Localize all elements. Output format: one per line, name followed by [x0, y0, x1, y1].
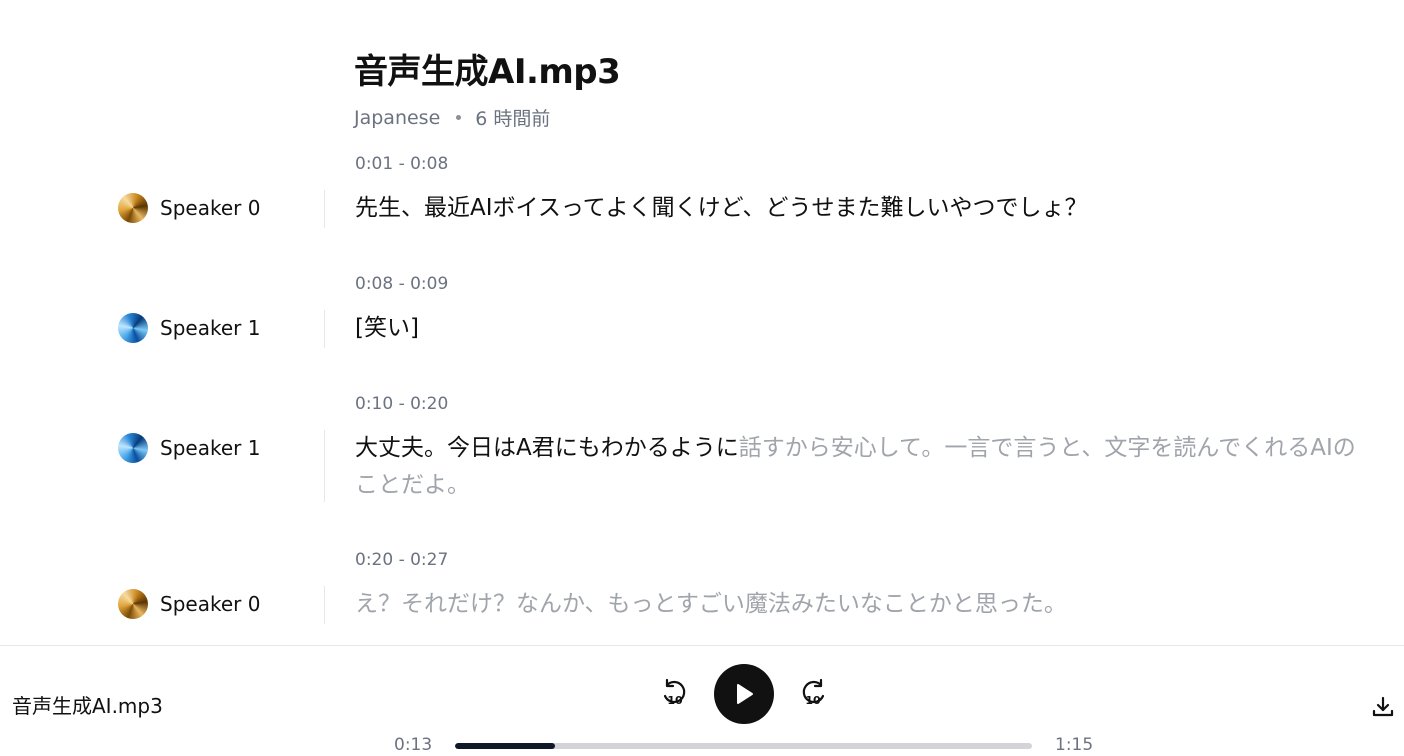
speaker-avatar: [118, 589, 148, 619]
speaker-label[interactable]: Speaker 0: [118, 588, 260, 620]
speaker-name: Speaker 1: [160, 436, 261, 460]
segment-text[interactable]: [笑い]: [355, 310, 1365, 347]
segment-text[interactable]: え？それだけ？なんか、もっとすごい魔法みたいなことかと思った。: [355, 586, 1365, 623]
segment-timestamp[interactable]: 0:01 - 0:08: [355, 154, 448, 174]
speaker-name: Speaker 0: [160, 196, 261, 220]
play-button[interactable]: [714, 664, 774, 724]
audio-player: 音声生成AI.mp3 10 10 0:13 1:15: [0, 645, 1404, 756]
download-button[interactable]: [1370, 694, 1396, 720]
created-age: 6 時間前: [475, 108, 551, 130]
segment-timestamp[interactable]: 0:08 - 0:09: [355, 274, 448, 294]
spoken-text: [笑い]: [355, 315, 419, 341]
speaker-name: Speaker 1: [160, 316, 261, 340]
rewind-icon: 10: [663, 678, 686, 707]
segment-divider: [324, 430, 325, 502]
rewind-10-button[interactable]: 10: [658, 676, 692, 712]
speaker-avatar: [118, 433, 148, 463]
spoken-text: 大丈夫。今日はA君にもわかるように: [355, 435, 739, 461]
speaker-name: Speaker 0: [160, 592, 261, 616]
segment-divider: [324, 190, 325, 228]
speaker-avatar: [118, 193, 148, 223]
speaker-label[interactable]: Speaker 1: [118, 312, 260, 344]
pending-text: え？それだけ？なんか、もっとすごい魔法みたいなことかと思った。: [355, 591, 1067, 617]
spoken-text: 先生、最近AIボイスってよく聞くけど、どうせまた難しいやつでしょ？: [355, 195, 1088, 221]
speaker-avatar: [118, 313, 148, 343]
player-file-name: 音声生成AI.mp3: [12, 694, 163, 718]
segment-divider: [324, 586, 325, 624]
segment-text[interactable]: 先生、最近AIボイスってよく聞くけど、どうせまた難しいやつでしょ？: [355, 190, 1365, 227]
transcript-meta: Japanese 6 時間前: [354, 104, 620, 131]
segment-timestamp[interactable]: 0:10 - 0:20: [355, 394, 448, 414]
transcript-header: 音声生成AI.mp3 Japanese 6 時間前: [354, 50, 621, 131]
segment-text[interactable]: 大丈夫。今日はA君にもわかるように話すから安心して。一言で言うと、文字を読んでく…: [355, 430, 1365, 504]
forward-10-button[interactable]: 10: [796, 676, 830, 712]
language-label: Japanese: [354, 106, 441, 129]
forward-seconds-label: 10: [805, 694, 821, 707]
download-icon: [1372, 696, 1394, 717]
total-duration: 1:15: [1055, 735, 1094, 755]
progress-fill: [455, 743, 555, 749]
speaker-label[interactable]: Speaker 0: [118, 192, 260, 224]
rewind-seconds-label: 10: [667, 694, 683, 707]
progress-bar[interactable]: [455, 743, 1032, 749]
speaker-label[interactable]: Speaker 1: [118, 432, 260, 464]
segment-divider: [324, 310, 325, 348]
page-title: 音声生成AI.mp3: [354, 52, 621, 92]
separator-dot: [456, 115, 462, 120]
forward-icon: 10: [802, 678, 825, 707]
segment-timestamp[interactable]: 0:20 - 0:27: [355, 550, 448, 570]
play-icon: [737, 684, 753, 704]
current-time: 0:13: [394, 735, 433, 755]
